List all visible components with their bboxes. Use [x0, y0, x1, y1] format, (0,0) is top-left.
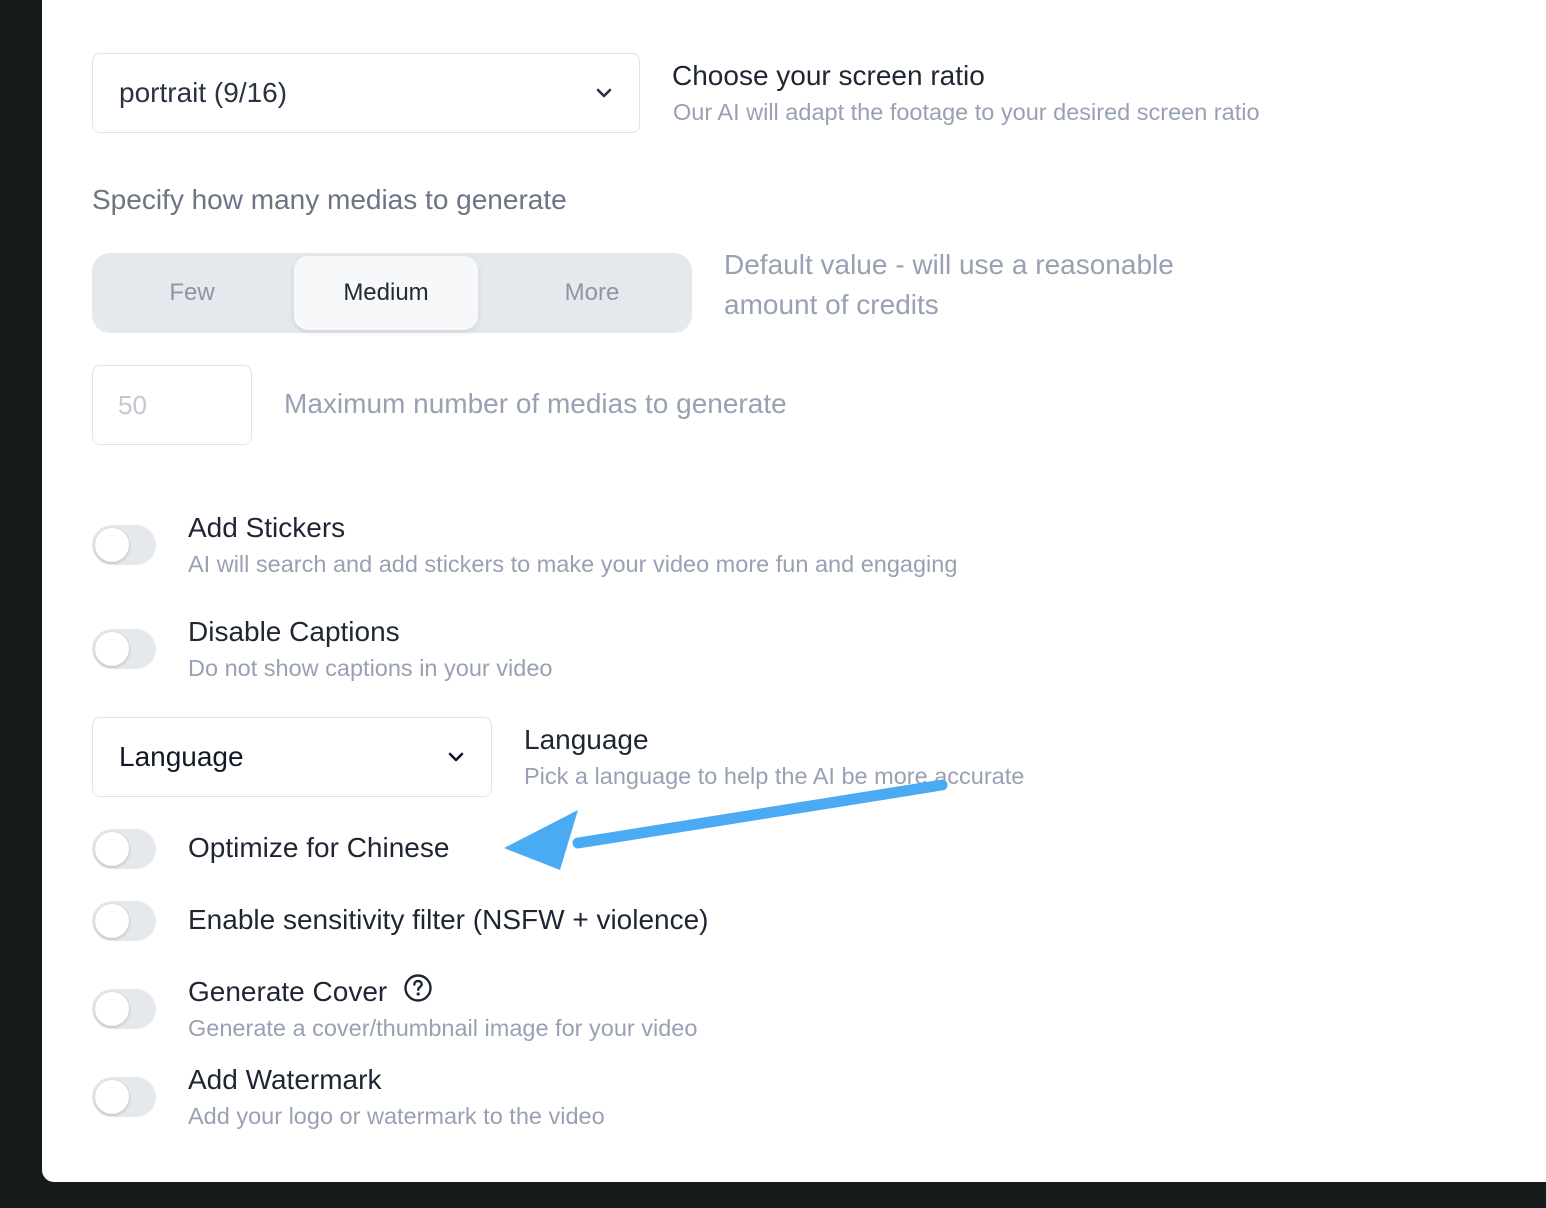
arrow-annotation — [504, 779, 948, 870]
settings-panel: portrait (9/16) Choose your screen ratio… — [42, 0, 1546, 1182]
